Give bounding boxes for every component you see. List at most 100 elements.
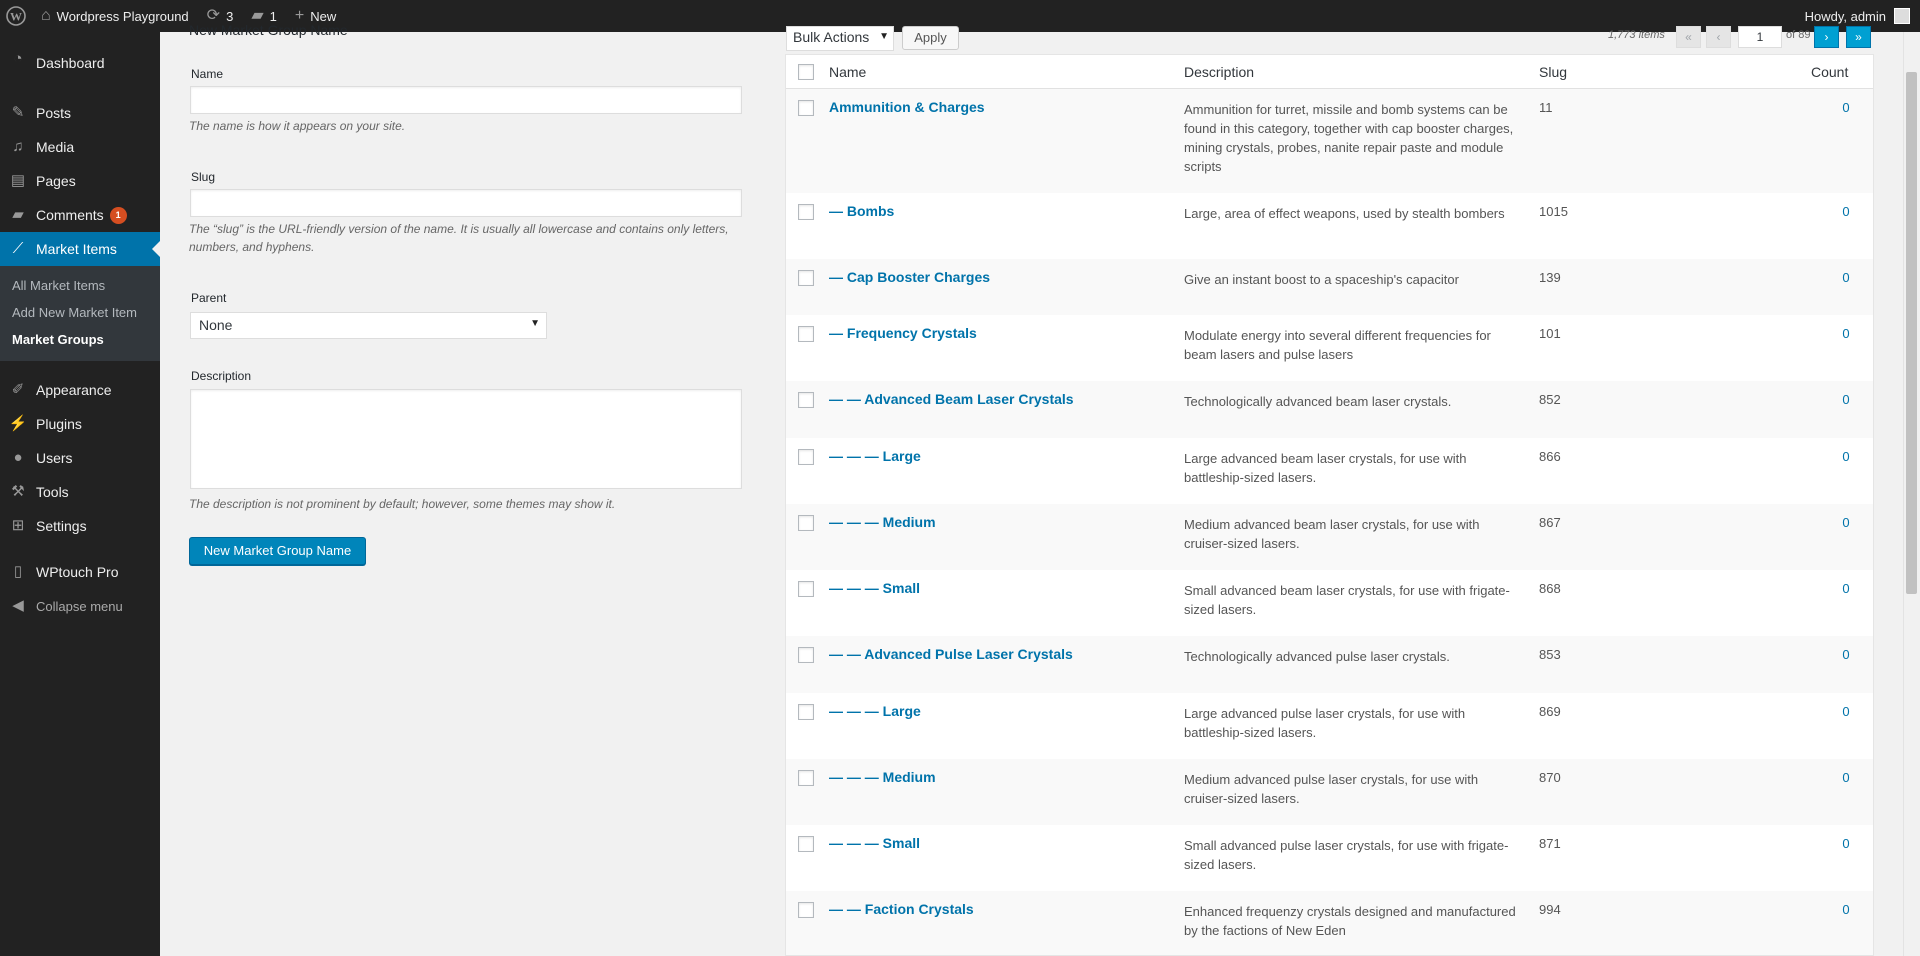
- parent-select[interactable]: None ▼: [190, 312, 547, 339]
- collapse-menu-button[interactable]: ◀ Collapse menu: [0, 589, 160, 623]
- submenu-all-market-items[interactable]: All Market Items: [0, 272, 160, 299]
- sidebar-item-comments[interactable]: ▰ Comments 1: [0, 198, 160, 232]
- row-name-link[interactable]: — — — Large: [829, 703, 921, 719]
- row-name-link[interactable]: — — — Large: [829, 448, 921, 464]
- slug-input[interactable]: [190, 189, 742, 217]
- pages-icon: ▤: [10, 172, 26, 189]
- row-checkbox[interactable]: [798, 392, 814, 408]
- row-name-link[interactable]: — Cap Booster Charges: [829, 269, 990, 285]
- row-name-link[interactable]: — — — Medium: [829, 769, 936, 785]
- row-count-link[interactable]: 0: [1834, 836, 1858, 851]
- submenu-market-groups[interactable]: Market Groups: [0, 326, 160, 353]
- slug-label: Slug: [191, 170, 216, 184]
- current-page-input[interactable]: 1: [1738, 26, 1782, 48]
- row-description: Medium advanced beam laser crystals, for…: [1184, 517, 1480, 551]
- scrollbar-thumb[interactable]: [1906, 72, 1917, 594]
- apply-button[interactable]: Apply: [902, 26, 959, 50]
- next-page-button[interactable]: ›: [1814, 26, 1839, 48]
- sidebar-item-plugins[interactable]: ⚡ Plugins: [0, 407, 160, 441]
- row-count-link[interactable]: 0: [1834, 100, 1858, 115]
- sidebar-item-appearance[interactable]: ✐ Appearance: [0, 373, 160, 407]
- row-checkbox[interactable]: [798, 326, 814, 342]
- row-count-link[interactable]: 0: [1834, 326, 1858, 341]
- row-checkbox[interactable]: [798, 770, 814, 786]
- sidebar-item-label: Comments: [36, 207, 104, 223]
- select-all-checkbox[interactable]: [798, 64, 814, 80]
- sidebar-item-media[interactable]: ♫ Media: [0, 130, 160, 164]
- sidebar-item-posts[interactable]: ✎ Posts: [0, 96, 160, 130]
- column-name-header[interactable]: Name: [829, 64, 866, 80]
- table-row: — Frequency Crystals Modulate energy into…: [786, 315, 1873, 381]
- row-name-link[interactable]: — — Advanced Beam Laser Crystals: [829, 391, 1074, 407]
- bulk-actions-select[interactable]: Bulk Actions ▼: [786, 26, 894, 51]
- sidebar-item-wptouch-pro[interactable]: ▯ WPtouch Pro: [0, 555, 160, 589]
- dashboard-icon: ◔: [13, 50, 23, 67]
- table-row: — — Advanced Beam Laser Crystals Technolo…: [786, 381, 1873, 438]
- row-description: Small advanced pulse laser crystals, for…: [1184, 838, 1509, 872]
- row-count-link[interactable]: 0: [1834, 704, 1858, 719]
- row-description: Large advanced pulse laser crystals, for…: [1184, 706, 1466, 740]
- sidebar-item-settings[interactable]: ⊞ Settings: [0, 509, 160, 543]
- name-hint: The name is how it appears on your site.: [189, 119, 406, 133]
- row-name-link[interactable]: — — Advanced Pulse Laser Crystals: [829, 646, 1073, 662]
- row-count-link[interactable]: 0: [1834, 449, 1858, 464]
- comment-icon: ▰: [12, 206, 24, 223]
- row-count-link[interactable]: 0: [1834, 515, 1858, 530]
- row-count-link[interactable]: 0: [1834, 902, 1858, 917]
- bulk-actions-value: Bulk Actions: [793, 29, 870, 45]
- submenu-add-new-market-item[interactable]: Add New Market Item: [0, 299, 160, 326]
- prev-page-button[interactable]: ‹: [1706, 26, 1731, 48]
- admin-sidebar: ◔ Dashboard ✎ Posts ♫ Media ▤ Pages ▰ Co…: [0, 32, 160, 956]
- column-count-header[interactable]: Count: [1811, 64, 1848, 80]
- row-count-link[interactable]: 0: [1834, 647, 1858, 662]
- chevron-down-icon: ▼: [879, 31, 889, 42]
- sidebar-item-label: Market Items: [36, 241, 117, 257]
- name-label: Name: [191, 67, 224, 81]
- name-input[interactable]: [190, 86, 742, 114]
- row-checkbox[interactable]: [798, 270, 814, 286]
- description-textarea[interactable]: [190, 389, 742, 489]
- row-checkbox[interactable]: [798, 581, 814, 597]
- row-checkbox[interactable]: [798, 100, 814, 116]
- site-name-link[interactable]: ⌂ Wordpress Playground: [32, 0, 198, 32]
- last-page-button[interactable]: »: [1846, 26, 1871, 48]
- sidebar-item-market-items[interactable]: ⟋ Market Items: [0, 232, 160, 266]
- row-name-link[interactable]: Ammunition & Charges: [829, 99, 985, 115]
- column-slug-header[interactable]: Slug: [1539, 64, 1567, 80]
- row-name-link[interactable]: — — — Medium: [829, 514, 936, 530]
- row-slug: 11: [1539, 100, 1553, 115]
- row-description: Large, area of effect weapons, used by s…: [1184, 206, 1505, 221]
- submit-new-group-button[interactable]: New Market Group Name: [189, 537, 366, 565]
- table-row: — Bombs Large, area of effect weapons, us…: [786, 193, 1873, 259]
- row-count-link[interactable]: 0: [1834, 270, 1858, 285]
- row-checkbox[interactable]: [798, 515, 814, 531]
- column-description-header[interactable]: Description: [1184, 64, 1254, 80]
- sidebar-item-tools[interactable]: ⚒ Tools: [0, 475, 160, 509]
- row-checkbox[interactable]: [798, 204, 814, 220]
- row-count-link[interactable]: 0: [1834, 204, 1858, 219]
- row-slug: 871: [1539, 836, 1561, 851]
- sidebar-item-users[interactable]: ● Users: [0, 441, 160, 475]
- row-count-link[interactable]: 0: [1834, 770, 1858, 785]
- table-row: — — Advanced Pulse Laser Crystals Technol…: [786, 636, 1873, 693]
- row-name-link[interactable]: — — — Small: [829, 580, 920, 596]
- table-body: Ammunition & Charges Ammunition for turre…: [786, 89, 1873, 955]
- wordpress-logo-icon[interactable]: W: [0, 0, 32, 32]
- row-checkbox[interactable]: [798, 902, 814, 918]
- sidebar-item-dashboard[interactable]: ◔ Dashboard: [0, 42, 160, 84]
- row-name-link[interactable]: — Bombs: [829, 203, 894, 219]
- sidebar-item-pages[interactable]: ▤ Pages: [0, 164, 160, 198]
- row-description: Large advanced beam laser crystals, for …: [1184, 451, 1467, 485]
- row-checkbox[interactable]: [798, 449, 814, 465]
- row-count-link[interactable]: 0: [1834, 392, 1858, 407]
- first-page-button[interactable]: «: [1676, 26, 1701, 48]
- row-name-link[interactable]: — — Faction Crystals: [829, 901, 974, 917]
- row-name-link[interactable]: — — — Small: [829, 835, 920, 851]
- row-checkbox[interactable]: [798, 704, 814, 720]
- row-checkbox[interactable]: [798, 836, 814, 852]
- row-checkbox[interactable]: [798, 647, 814, 663]
- sidebar-item-label: Settings: [36, 518, 87, 534]
- sidebar-item-label: Posts: [36, 105, 72, 121]
- row-name-link[interactable]: — Frequency Crystals: [829, 325, 977, 341]
- row-count-link[interactable]: 0: [1834, 581, 1858, 596]
